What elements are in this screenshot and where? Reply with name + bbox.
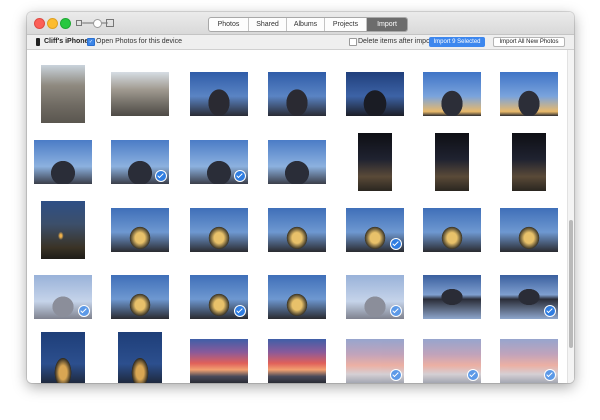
photo-thumbnail[interactable] <box>268 72 326 116</box>
minimize-window-button[interactable] <box>47 18 58 29</box>
tab-import[interactable]: Import <box>367 18 407 31</box>
device-name: Cliff's iPhone <box>44 38 89 45</box>
large-thumbnail-icon <box>106 19 114 27</box>
selected-checkmark-icon <box>390 305 402 317</box>
view-tabs: Photos Shared Albums Projects Import <box>208 17 408 32</box>
selected-checkmark-icon <box>234 170 246 182</box>
zoom-window-button[interactable] <box>60 18 71 29</box>
photo-thumbnail[interactable] <box>268 140 326 184</box>
import-toolbar: Cliff's iPhone ✓ Open Photos for this de… <box>27 35 574 50</box>
photo-thumbnail[interactable] <box>111 208 169 252</box>
photo-thumbnail[interactable] <box>34 275 92 319</box>
photo-thumbnail[interactable] <box>190 275 248 319</box>
title-bar: Photos Shared Albums Projects Import <box>27 12 574 35</box>
photo-thumbnail[interactable] <box>111 140 169 184</box>
photo-thumbnail[interactable] <box>435 133 469 191</box>
photo-thumbnail[interactable] <box>500 208 558 252</box>
photo-thumbnail[interactable] <box>190 208 248 252</box>
slider-knob[interactable] <box>93 19 102 28</box>
selected-checkmark-icon <box>390 238 402 250</box>
selected-checkmark-icon <box>78 305 90 317</box>
tab-albums[interactable]: Albums <box>287 18 325 31</box>
photo-thumbnail[interactable] <box>423 208 481 252</box>
photo-thumbnail[interactable] <box>512 133 546 191</box>
vertical-scrollbar[interactable] <box>567 50 574 383</box>
photo-thumbnail[interactable] <box>346 208 404 252</box>
photo-thumbnail[interactable] <box>268 275 326 319</box>
scrollbar-thumb[interactable] <box>569 220 573 348</box>
import-all-button[interactable]: Import All New Photos <box>493 37 565 47</box>
thumbnail-size-slider[interactable] <box>76 18 114 28</box>
selected-checkmark-icon <box>234 305 246 317</box>
photo-thumbnail[interactable] <box>423 275 481 319</box>
selected-checkmark-icon <box>390 369 402 381</box>
photo-thumbnail[interactable] <box>346 275 404 319</box>
photo-thumbnail[interactable] <box>41 201 85 259</box>
photo-thumbnail[interactable] <box>190 140 248 184</box>
photo-thumbnail[interactable] <box>268 339 326 383</box>
photo-thumbnail[interactable] <box>111 72 169 116</box>
photo-thumbnail[interactable] <box>423 72 481 116</box>
close-window-button[interactable] <box>34 18 45 29</box>
photo-thumbnail[interactable] <box>268 208 326 252</box>
photo-thumbnail[interactable] <box>346 339 404 383</box>
photo-thumbnail[interactable] <box>34 140 92 184</box>
selected-checkmark-icon <box>544 305 556 317</box>
tab-projects[interactable]: Projects <box>325 18 367 31</box>
photo-thumbnail[interactable] <box>118 332 162 383</box>
selected-checkmark-icon <box>544 369 556 381</box>
selected-checkmark-icon <box>155 170 167 182</box>
tab-shared[interactable]: Shared <box>249 18 287 31</box>
photo-grid <box>27 50 574 383</box>
open-photos-label: Open Photos for this device <box>96 38 182 45</box>
photo-thumbnail[interactable] <box>423 339 481 383</box>
photo-thumbnail[interactable] <box>190 72 248 116</box>
delete-items-checkbox[interactable] <box>349 38 357 46</box>
import-selected-button[interactable]: Import 9 Selected <box>429 37 485 47</box>
selected-checkmark-icon <box>467 369 479 381</box>
iphone-icon <box>36 38 40 46</box>
photo-thumbnail[interactable] <box>500 339 558 383</box>
photo-thumbnail[interactable] <box>500 72 558 116</box>
photo-thumbnail[interactable] <box>346 72 404 116</box>
photo-thumbnail[interactable] <box>358 133 392 191</box>
photo-thumbnail[interactable] <box>41 65 85 123</box>
photo-thumbnail[interactable] <box>190 339 248 383</box>
open-photos-checkbox[interactable]: ✓ <box>87 38 95 46</box>
photo-thumbnail[interactable] <box>500 275 558 319</box>
delete-items-label: Delete items after import <box>358 38 435 45</box>
photo-thumbnail[interactable] <box>111 275 169 319</box>
photo-thumbnail[interactable] <box>41 332 85 383</box>
tab-photos[interactable]: Photos <box>209 18 249 31</box>
photos-window: Photos Shared Albums Projects Import Cli… <box>27 12 574 383</box>
